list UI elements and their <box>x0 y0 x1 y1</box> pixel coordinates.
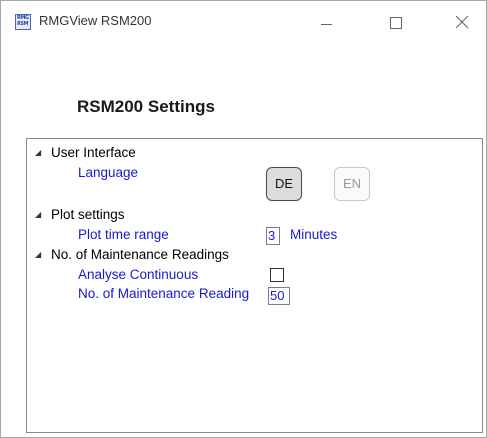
plot-time-range-unit: Minutes <box>290 227 338 242</box>
maintenance-readings-input[interactable]: 50 <box>268 287 290 305</box>
maintenance-readings-label: No. of Maintenance Reading <box>78 286 250 301</box>
maximize-icon <box>390 17 402 29</box>
language-en-button[interactable]: EN <box>334 167 370 201</box>
page-title: RSM200 Settings <box>77 97 215 116</box>
language-label: Language <box>78 165 139 180</box>
analyse-continuous-checkbox[interactable] <box>270 268 284 282</box>
minimize-button[interactable] <box>304 1 350 45</box>
app-icon: RMG RSM <box>15 14 31 30</box>
title-bar[interactable]: RMG RSM RMGView RSM200 <box>1 1 486 45</box>
language-de-button[interactable]: DE <box>266 167 302 201</box>
analyse-continuous-label: Analyse Continuous <box>78 267 199 282</box>
expand-icon-plot-settings[interactable]: ◢ <box>35 210 41 219</box>
group-label-plot-settings: Plot settings <box>51 207 125 222</box>
group-label-maintenance: No. of Maintenance Readings <box>51 247 229 262</box>
plot-time-range-label: Plot time range <box>78 227 169 242</box>
close-icon <box>455 15 469 29</box>
app-icon-text-bottom: RSM <box>17 21 28 27</box>
expand-icon-user-interface[interactable]: ◢ <box>35 148 41 157</box>
expand-icon-maintenance[interactable]: ◢ <box>35 250 41 259</box>
group-label-user-interface: User Interface <box>51 145 136 160</box>
plot-time-range-input[interactable]: 3 <box>266 227 280 245</box>
minimize-icon <box>321 24 332 25</box>
maximize-button[interactable] <box>373 1 419 45</box>
window-title: RMGView RSM200 <box>39 13 152 28</box>
close-button[interactable] <box>440 1 486 45</box>
